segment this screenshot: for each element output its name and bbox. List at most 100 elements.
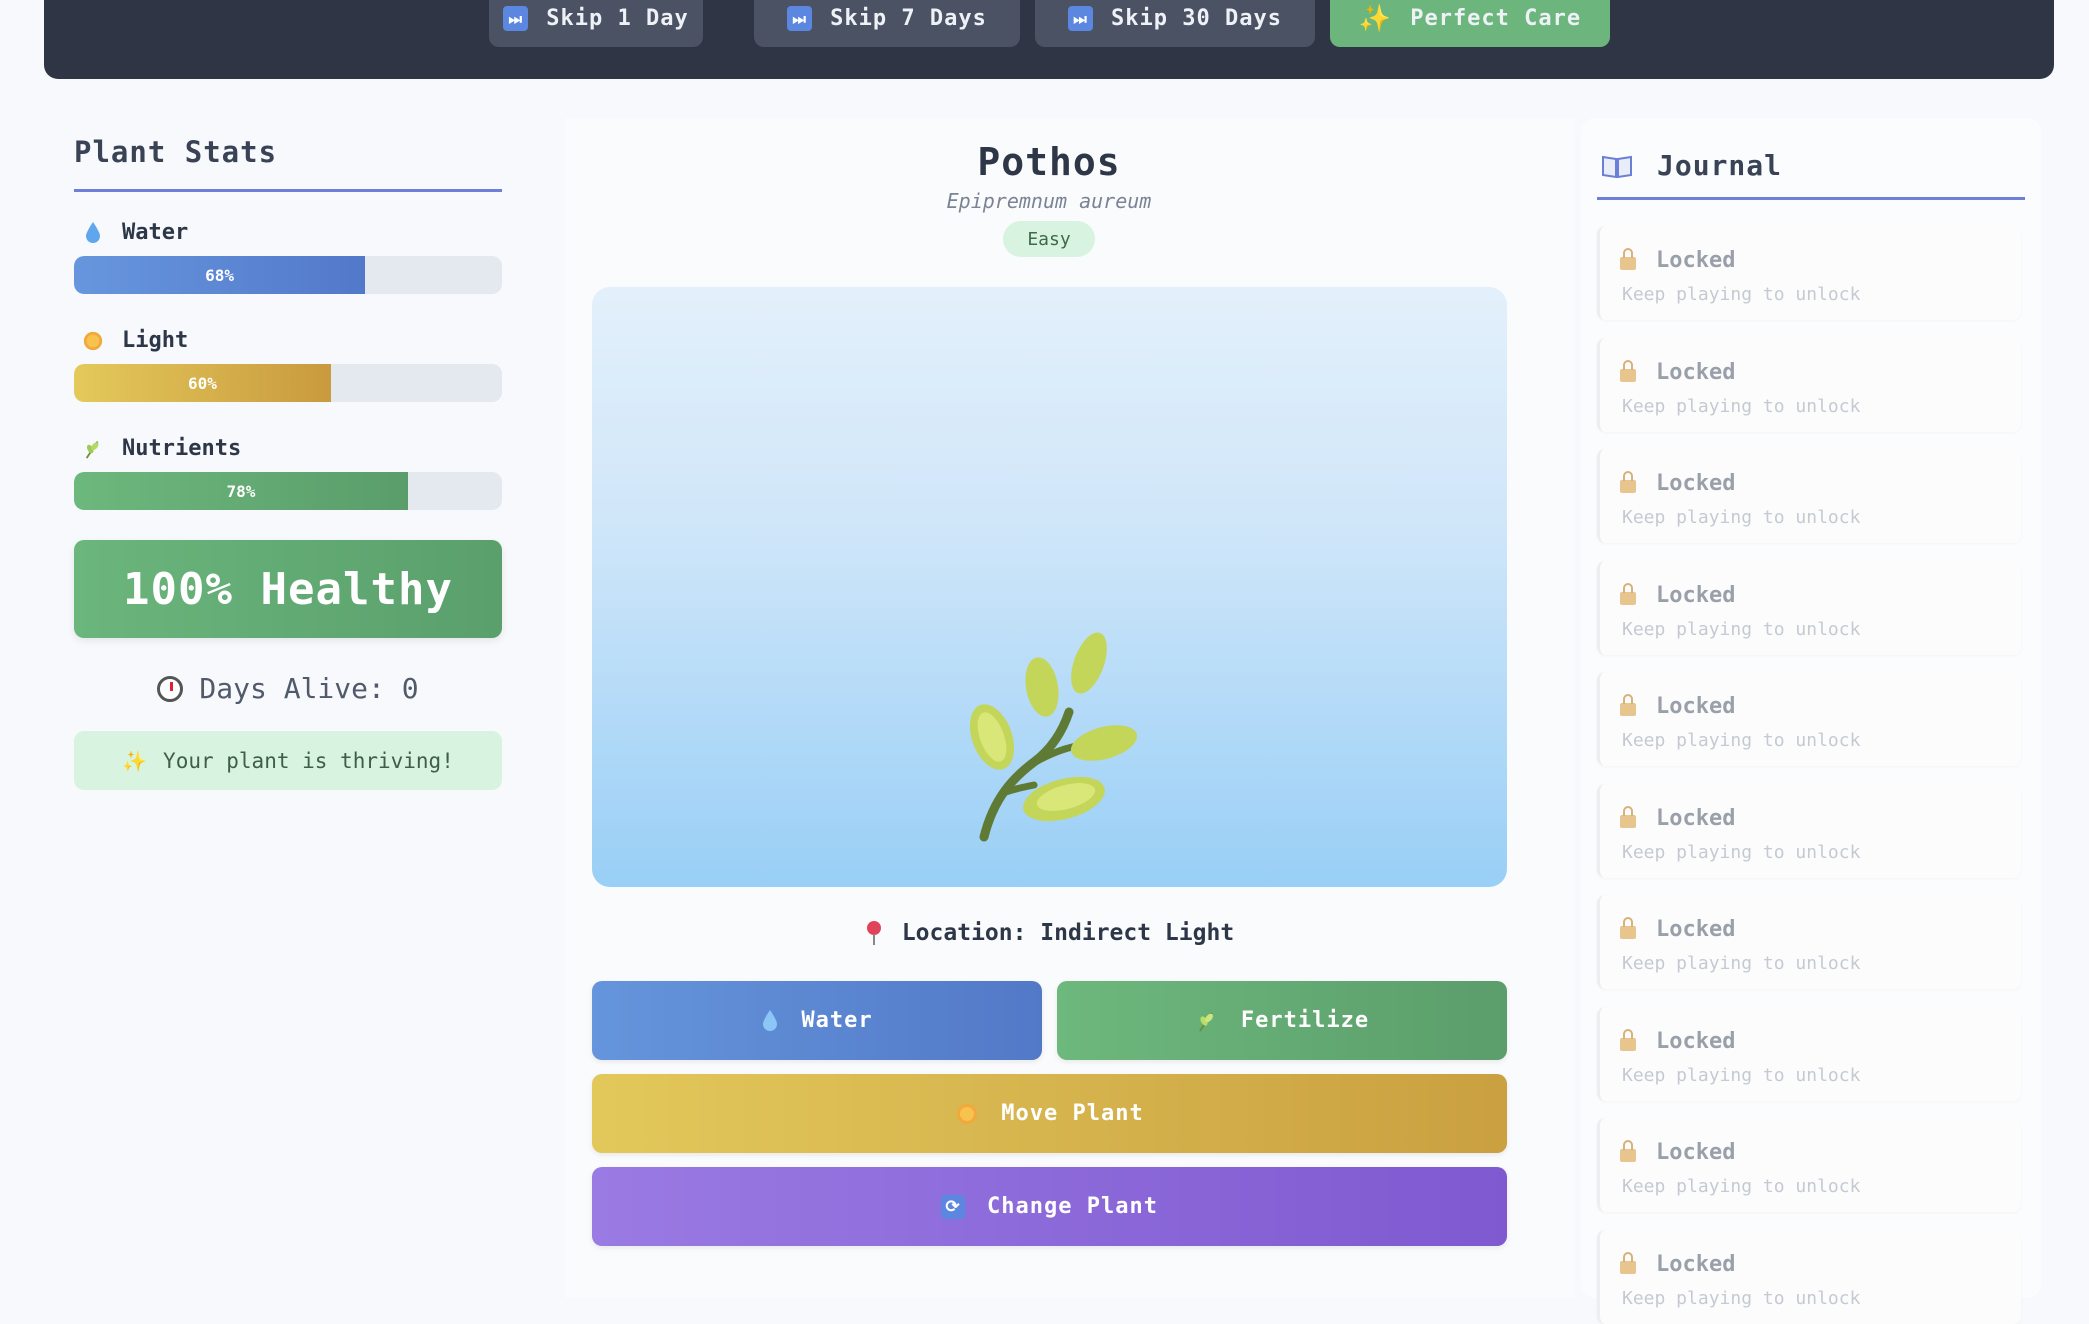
skip-1-day-button[interactable]: ⏭ Skip 1 Day — [489, 0, 703, 47]
lock-icon — [1620, 1251, 1636, 1274]
days-alive: Days Alive: 0 — [74, 672, 502, 705]
light-progress-bar: 60% — [74, 364, 502, 402]
lock-icon — [1620, 359, 1636, 382]
sun-icon — [957, 1103, 978, 1124]
water-progress-bar: 68% — [74, 256, 502, 294]
journal-entry-title-text: Locked — [1656, 805, 1736, 831]
nutrients-stat-label: Nutrients — [82, 436, 241, 461]
perfect-care-button[interactable]: ✨ Perfect Care — [1330, 0, 1610, 47]
clock-icon — [157, 675, 184, 702]
journal-entry-subtitle: Keep playing to unlock — [1622, 841, 1861, 863]
journal-entry: Locked Keep playing to unlock — [1597, 1118, 2021, 1212]
water-drop-icon — [763, 1009, 778, 1031]
journal-entry-subtitle: Keep playing to unlock — [1622, 730, 1861, 751]
skip-30-days-label: Skip 30 Days — [1111, 6, 1282, 31]
light-stat-label: Light — [82, 328, 188, 353]
change-plant-button-label: Change Plant — [987, 1194, 1158, 1219]
divider — [1597, 197, 2025, 200]
water-label-text: Water — [122, 220, 189, 245]
plant-scientific-name: Epipremnum aureum — [946, 189, 1152, 213]
lock-icon — [1620, 805, 1636, 828]
sparkles-icon: ✨ — [122, 748, 148, 773]
herb-icon — [1199, 1011, 1213, 1032]
journal-entry-subtitle: Keep playing to unlock — [1622, 618, 1861, 640]
change-plant-button[interactable]: ⟳ Change Plant — [592, 1167, 1507, 1246]
light-label-text: Light — [122, 328, 189, 353]
journal-entry-title: Locked — [1620, 694, 1735, 719]
journal-entry: Locked Keep playing to unlock — [1597, 226, 2021, 320]
light-progress-fill: 60% — [74, 364, 331, 402]
herb-icon — [82, 437, 104, 461]
location-text: Location: Indirect Light — [901, 920, 1235, 946]
journal-entry-subtitle: Keep playing to unlock — [1622, 1064, 1861, 1086]
journal-title-text: Journal — [1657, 149, 1783, 182]
difficulty-badge: Easy — [1003, 221, 1095, 257]
journal-entry: Locked Keep playing to unlock — [1597, 1006, 2021, 1101]
journal-entry-title: Locked — [1620, 471, 1735, 496]
journal-entry: Locked Keep playing to unlock — [1597, 560, 2021, 655]
water-button[interactable]: Water — [592, 981, 1042, 1060]
divider — [74, 189, 502, 192]
skip-30-days-button[interactable]: ⏭ Skip 30 Days — [1035, 0, 1315, 47]
lock-icon — [1620, 248, 1636, 270]
health-status: 100% Healthy — [74, 540, 502, 638]
lock-icon — [1620, 694, 1636, 716]
nutrients-progress-fill: 78% — [74, 472, 408, 510]
water-button-label: Water — [801, 1008, 873, 1033]
journal-entry-title-text: Locked — [1656, 917, 1736, 942]
journal-entry: Locked Keep playing to unlock — [1597, 449, 2021, 543]
journal-entry-title: Locked — [1620, 1028, 1736, 1054]
journal-entry-subtitle: Keep playing to unlock — [1622, 953, 1861, 974]
refresh-icon: ⟳ — [941, 1194, 966, 1219]
journal-entry: Locked Keep playing to unlock — [1597, 337, 2021, 432]
lock-icon — [1620, 1140, 1636, 1162]
journal-entry-title: Locked — [1620, 582, 1736, 608]
journal-title: Journal — [1601, 149, 1782, 182]
plant-stats-title: Plant Stats — [74, 135, 278, 169]
fast-forward-icon: ⏭ — [1068, 6, 1094, 31]
journal-entry: Locked Keep playing to unlock — [1597, 895, 2021, 989]
fast-forward-icon: ⏭ — [503, 6, 529, 31]
skip-7-days-label: Skip 7 Days — [830, 6, 987, 31]
fertilize-button[interactable]: Fertilize — [1057, 981, 1507, 1060]
water-stat-label: Water — [82, 220, 188, 245]
plant-display — [592, 287, 1507, 887]
journal-entry-title: Locked — [1620, 1251, 1736, 1277]
journal-entry-title-text: Locked — [1656, 1251, 1736, 1277]
journal-entry-subtitle: Keep playing to unlock — [1622, 507, 1861, 528]
sun-icon — [82, 329, 104, 353]
journal-entry-title-text: Locked — [1656, 248, 1736, 273]
nutrients-label-text: Nutrients — [122, 436, 242, 461]
location-indicator: Location: Indirect Light — [565, 920, 1533, 946]
lock-icon — [1620, 917, 1636, 939]
sparkles-icon: ✨ — [1358, 3, 1393, 34]
journal-entry-title-text: Locked — [1656, 582, 1736, 608]
skip-7-days-button[interactable]: ⏭ Skip 7 Days — [754, 0, 1020, 47]
journal-entry-subtitle: Keep playing to unlock — [1622, 1176, 1861, 1197]
journal-entry-title-text: Locked — [1656, 694, 1736, 719]
lock-icon — [1620, 1028, 1636, 1051]
fertilize-button-label: Fertilize — [1240, 1008, 1370, 1033]
move-plant-button[interactable]: Move Plant — [592, 1074, 1507, 1153]
journal-entry: Locked Keep playing to unlock — [1597, 783, 2021, 878]
journal-entry-subtitle: Keep playing to unlock — [1622, 284, 1861, 305]
nutrients-progress-bar: 78% — [74, 472, 502, 510]
journal-entry-title-text: Locked — [1656, 1140, 1736, 1165]
journal-entry-title: Locked — [1620, 248, 1735, 273]
journal-entry-subtitle: Keep playing to unlock — [1622, 1287, 1861, 1309]
open-book-icon — [1602, 155, 1632, 178]
journal-entry: Locked Keep playing to unlock — [1597, 672, 2021, 766]
journal-entry-title: Locked — [1620, 1140, 1735, 1165]
journal-entry-subtitle: Keep playing to unlock — [1622, 395, 1861, 417]
water-drop-icon — [82, 221, 104, 245]
perfect-care-label: Perfect Care — [1410, 6, 1582, 31]
journal-entry: Locked Keep playing to unlock — [1597, 1229, 2021, 1324]
journal-entry-title: Locked — [1620, 359, 1735, 385]
journal-entry-title-text: Locked — [1656, 1028, 1736, 1054]
lock-icon — [1620, 582, 1636, 605]
water-progress-fill: 68% — [74, 256, 366, 294]
lock-icon — [1620, 471, 1636, 493]
pin-icon — [866, 921, 881, 945]
fast-forward-icon: ⏭ — [787, 6, 813, 31]
days-alive-text: Days Alive: 0 — [199, 672, 419, 705]
